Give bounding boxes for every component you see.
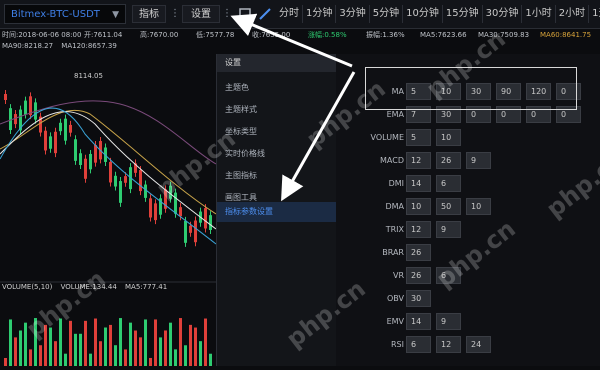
annotation-arrows xyxy=(230,13,356,202)
arrow-to-settings xyxy=(230,13,353,68)
